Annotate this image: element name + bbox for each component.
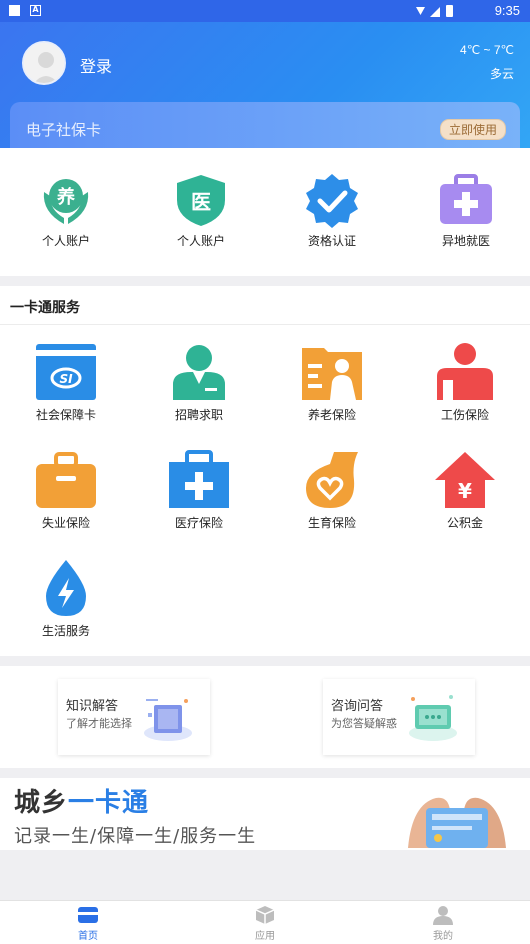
book-illustration-icon — [144, 699, 192, 741]
service-recruitment[interactable]: 招聘求职 — [149, 342, 249, 423]
status-bar: A 9:35 — [0, 0, 530, 22]
one-card-services: 一卡通服务 SI 社会保障卡 招聘求职 养老保险 工伤保险 失业保险 医疗保险 … — [0, 286, 530, 656]
tab-label: 应用 — [255, 931, 275, 942]
heart-vase-icon — [306, 452, 358, 508]
chat-illustration-icon — [409, 695, 457, 741]
yi-shield-icon: 医 — [177, 175, 225, 226]
service-pension-insurance[interactable]: 养老保险 — [282, 342, 382, 423]
wifi-icon — [416, 7, 425, 15]
tab-apps[interactable]: 应用 — [225, 905, 305, 942]
service-label: 公积金 — [446, 516, 483, 530]
si-card-icon: SI — [36, 344, 96, 400]
weather-temperature: 4℃ ~ 7℃ — [460, 43, 514, 57]
service-label: 工伤保险 — [440, 408, 489, 422]
service-social-security-card[interactable]: SI 社会保障卡 — [16, 342, 116, 423]
status-icons — [416, 5, 453, 17]
login-link[interactable]: 登录 — [80, 53, 112, 77]
banner-title: 城乡一卡通 — [14, 782, 149, 819]
check-badge-icon — [306, 174, 358, 228]
header: 登录 4℃ ~ 7℃ 多云 电子社保卡 立即使用 — [0, 22, 530, 158]
tab-mine[interactable]: 我的 — [403, 905, 483, 942]
banner-subtitle: 记录一生/保障一生/服务一生 — [14, 826, 257, 847]
first-aid-icon — [169, 450, 229, 508]
section-title: 一卡通服务 — [10, 300, 80, 316]
quick-item-label: 个人账户 — [41, 234, 90, 248]
quick-item-qualification[interactable]: 资格认证 — [287, 172, 377, 249]
service-label: 医疗保险 — [174, 516, 223, 530]
service-label: 生活服务 — [41, 624, 90, 638]
signal-icon — [430, 7, 440, 17]
cube-icon — [255, 906, 275, 924]
card-title: 知识解答 — [66, 699, 119, 714]
service-housing-fund[interactable]: ¥ 公积金 — [415, 450, 515, 531]
tab-label: 我的 — [433, 931, 453, 942]
service-medical-insurance[interactable]: 医疗保险 — [149, 450, 249, 531]
water-bolt-icon — [46, 560, 86, 616]
quick-item-label: 个人账户 — [176, 234, 225, 248]
notification-icon — [9, 5, 20, 16]
hands-card-illustration — [408, 797, 506, 848]
banner-title-part1: 城乡 — [14, 788, 69, 818]
promo-banner[interactable]: 城乡一卡通 记录一生/保障一生/服务一生 — [0, 778, 530, 850]
yang-hands-icon: 养 — [43, 179, 89, 224]
service-label: 养老保险 — [307, 408, 356, 422]
briefcase-icon — [36, 452, 96, 508]
quick-item-remote-medical[interactable]: 异地就医 — [421, 172, 511, 249]
service-label: 生育保险 — [307, 516, 356, 530]
service-unemployment-insurance[interactable]: 失业保险 — [16, 450, 116, 531]
svg-text:养: 养 — [56, 186, 76, 208]
service-life-services[interactable]: 生活服务 — [16, 558, 116, 639]
quick-item-label: 异地就医 — [441, 234, 490, 248]
user-icon — [433, 906, 453, 925]
use-now-button[interactable]: 立即使用 — [439, 119, 506, 140]
help-section: 知识解答 了解才能选择 咨询问答 为您答疑解惑 — [0, 666, 530, 768]
avatar[interactable] — [22, 41, 66, 85]
wallet-icon — [78, 907, 98, 923]
app-notification-icon: A — [30, 5, 41, 16]
svg-text:SI: SI — [59, 372, 73, 386]
clock: 9:35 — [494, 3, 520, 18]
banner-title-part2: 一卡通 — [68, 788, 150, 818]
battery-icon — [446, 5, 453, 17]
svg-text:¥: ¥ — [458, 479, 472, 503]
person-suit-icon — [173, 345, 225, 400]
quick-item-personal-account-pension[interactable]: 养 个人账户 — [21, 172, 111, 249]
weather-description: 多云 — [489, 67, 514, 81]
card-title: 电子社保卡 — [26, 121, 102, 139]
service-maternity-insurance[interactable]: 生育保险 — [282, 450, 382, 531]
tab-label: 首页 — [78, 931, 98, 942]
elderly-folder-icon — [302, 348, 362, 400]
injured-person-icon — [437, 343, 493, 400]
service-label: 社会保障卡 — [35, 408, 96, 422]
quick-actions: 养 个人账户 医 个人账户 资格认证 异地就医 — [0, 148, 530, 276]
svg-text:医: 医 — [191, 190, 211, 214]
card-subtitle: 为您答疑解惑 — [331, 717, 397, 730]
divider — [0, 324, 530, 325]
quick-item-personal-account-medical[interactable]: 医 个人账户 — [156, 172, 246, 249]
service-label: 招聘求职 — [174, 408, 223, 422]
service-work-injury-insurance[interactable]: 工伤保险 — [415, 342, 515, 423]
default-avatar-icon — [24, 43, 64, 83]
service-label: 失业保险 — [41, 516, 90, 530]
consulting-qa-card[interactable]: 咨询问答 为您答疑解惑 — [323, 679, 475, 755]
card-title: 咨询问答 — [331, 699, 384, 714]
house-yen-icon: ¥ — [435, 452, 495, 508]
knowledge-answers-card[interactable]: 知识解答 了解才能选择 — [58, 679, 210, 755]
tab-home[interactable]: 首页 — [48, 905, 128, 942]
bottom-tab-bar: 首页 应用 我的 — [0, 900, 530, 944]
medical-case-icon — [440, 174, 492, 224]
card-subtitle: 了解才能选择 — [66, 717, 132, 730]
quick-item-label: 资格认证 — [307, 234, 356, 248]
